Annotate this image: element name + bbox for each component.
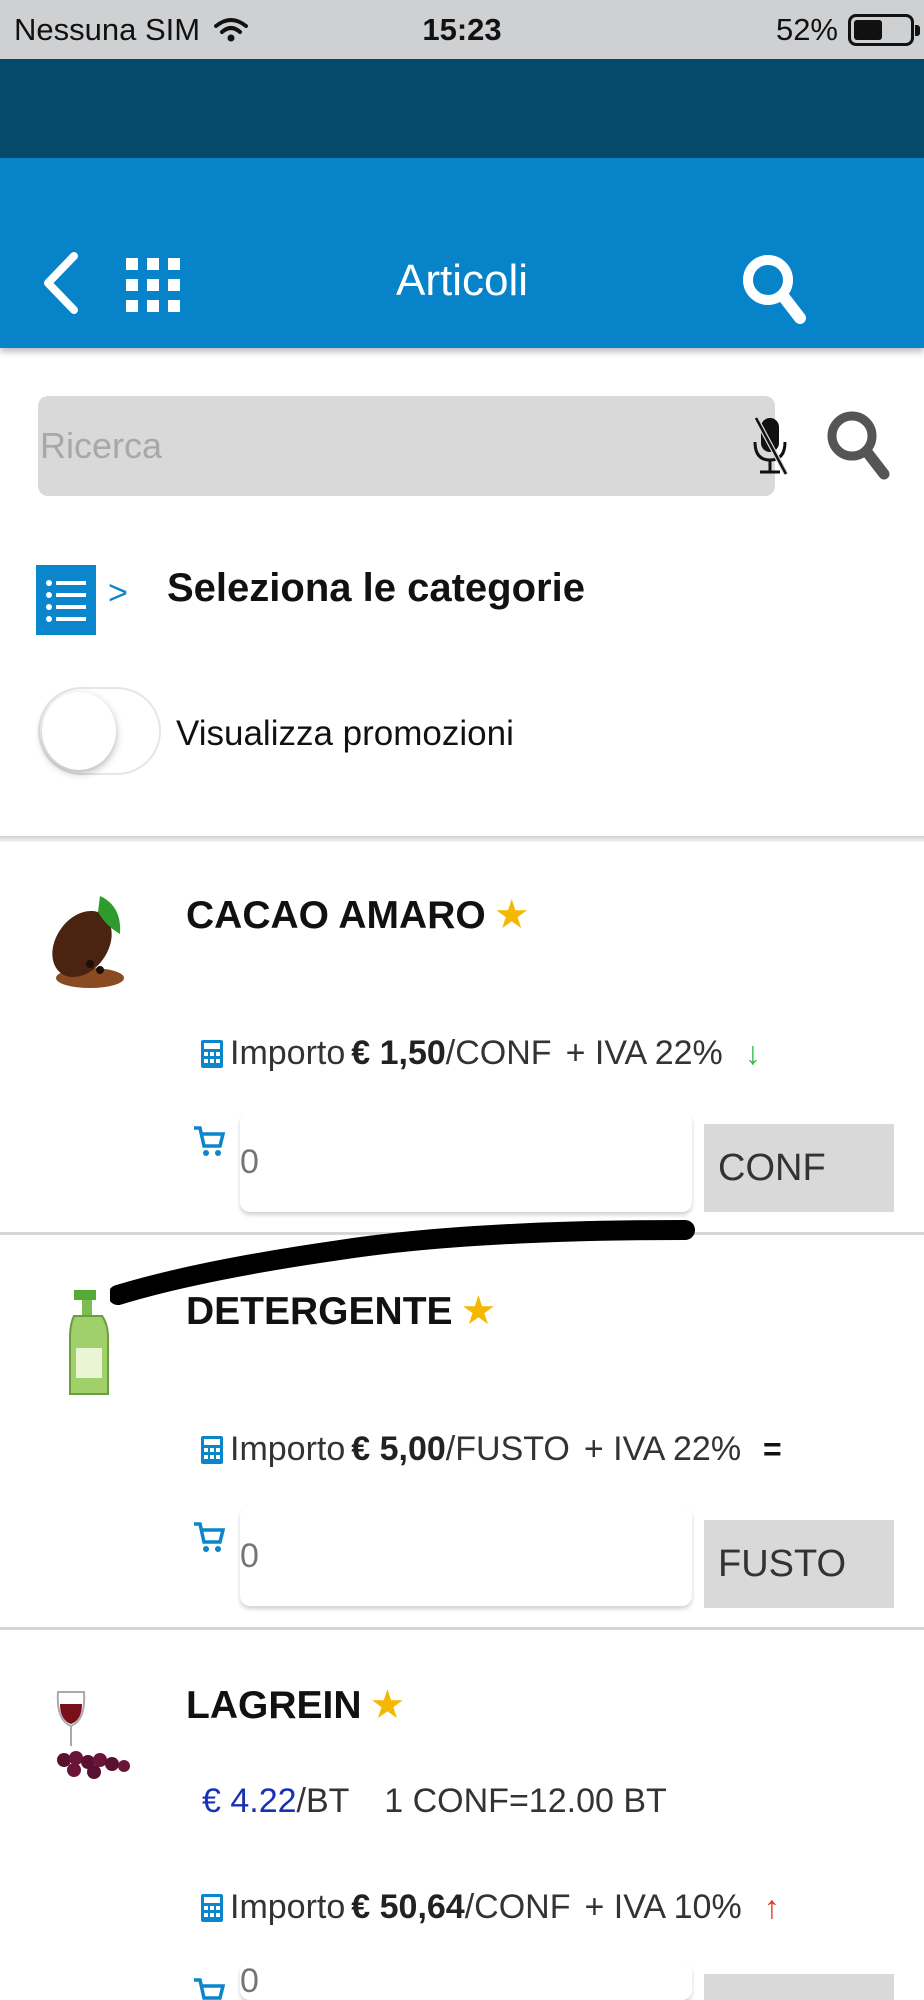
price-up-icon: ↑ — [763, 1889, 780, 1925]
favorite-star-icon[interactable]: ★ — [461, 1289, 497, 1333]
category-list-icon[interactable] — [36, 565, 96, 635]
package-info: 1 CONF=12.00 BT — [384, 1782, 667, 1820]
toggle-knob — [42, 692, 116, 770]
product-name-text: DETERGENTE — [186, 1290, 453, 1333]
status-bar: Nessuna SIM 15:23 52% — [0, 0, 924, 59]
price-amount: € 5,00 — [351, 1430, 446, 1468]
price-prefix: Importo — [230, 1430, 346, 1468]
battery-icon — [848, 14, 920, 46]
vat-label: + IVA 22% — [565, 1034, 723, 1072]
search-button[interactable] — [822, 404, 892, 484]
header-search-button[interactable] — [738, 248, 808, 328]
calculator-icon — [201, 1039, 223, 1068]
product-name-text: CACAO AMARO — [186, 894, 486, 937]
cart-icon — [194, 1978, 226, 2000]
vat-label: + IVA 22% — [583, 1430, 742, 1468]
category-select-link[interactable]: Seleziona le categorie — [167, 566, 585, 611]
unit-selector[interactable]: CONF — [704, 1124, 894, 1212]
mic-off-icon[interactable] — [750, 414, 790, 478]
unit-selector[interactable]: FUSTO — [704, 1520, 894, 1608]
product-row: DETERGENTE ★ Importo € 5,00 /FUSTO + IVA … — [0, 1236, 924, 1628]
product-row: LAGREIN ★ € 4.22/BT 1 CONF=12.00 BT Impor… — [0, 1630, 924, 2000]
calculator-icon — [201, 1893, 223, 1922]
price-line: Importo € 1,50 /CONF + IVA 22% ↓ — [200, 1034, 761, 1073]
app-bar: Articoli — [0, 158, 924, 348]
price-amount: € 50,64 — [351, 1888, 465, 1926]
battery-fill — [854, 20, 883, 40]
product-row: CACAO AMARO ★ Importo € 1,50 /CONF + IVA … — [0, 842, 924, 1234]
promotions-toggle-label: Visualizza promozioni — [176, 714, 514, 753]
package-line: € 4.22/BT 1 CONF=12.00 BT — [202, 1782, 667, 1821]
quantity-input[interactable] — [240, 1962, 692, 2000]
price-line: Importo € 5,00 /FUSTO + IVA 22% = — [200, 1430, 782, 1469]
price-unit: /CONF — [445, 1034, 552, 1072]
category-arrow: > — [108, 574, 128, 612]
product-name[interactable]: CACAO AMARO ★ — [186, 892, 530, 938]
price-amount: € 1,50 — [351, 1034, 446, 1072]
price-unit: /CONF — [464, 1888, 571, 1926]
quantity-input[interactable] — [240, 1112, 692, 1212]
calculator-icon — [201, 1435, 223, 1464]
product-name[interactable]: LAGREIN ★ — [186, 1682, 405, 1728]
favorite-star-icon[interactable]: ★ — [494, 893, 530, 937]
cart-icon — [194, 1522, 226, 1552]
price-stable-icon: = — [763, 1431, 782, 1467]
favorite-star-icon[interactable]: ★ — [370, 1683, 406, 1727]
price-prefix: Importo — [230, 1888, 346, 1926]
price-down-icon: ↓ — [744, 1035, 761, 1071]
product-image-detergent — [69, 1290, 109, 1395]
search-input[interactable] — [38, 396, 698, 496]
unit-selector[interactable] — [704, 1974, 894, 2000]
price-unit: /FUSTO — [445, 1430, 570, 1468]
unit-price: € 4.22 — [202, 1782, 297, 1820]
battery-percent: 52% — [775, 12, 838, 47]
status-right: 52% — [775, 12, 920, 48]
vat-label: + IVA 10% — [584, 1888, 742, 1926]
product-image-wine — [56, 1691, 130, 1779]
product-name-text: LAGREIN — [186, 1684, 362, 1727]
cart-icon — [194, 1126, 226, 1156]
quantity-input[interactable] — [240, 1506, 692, 1606]
unit-price-unit: /BT — [296, 1782, 349, 1820]
promotions-toggle[interactable] — [38, 687, 161, 775]
price-line: Importo € 50,64 /CONF + IVA 10% ↑ — [200, 1888, 780, 1927]
product-name[interactable]: DETERGENTE ★ — [186, 1288, 496, 1334]
search-box — [38, 396, 789, 496]
header-top-band — [0, 59, 924, 158]
product-image-cocoa — [52, 896, 124, 988]
price-prefix: Importo — [230, 1034, 346, 1072]
